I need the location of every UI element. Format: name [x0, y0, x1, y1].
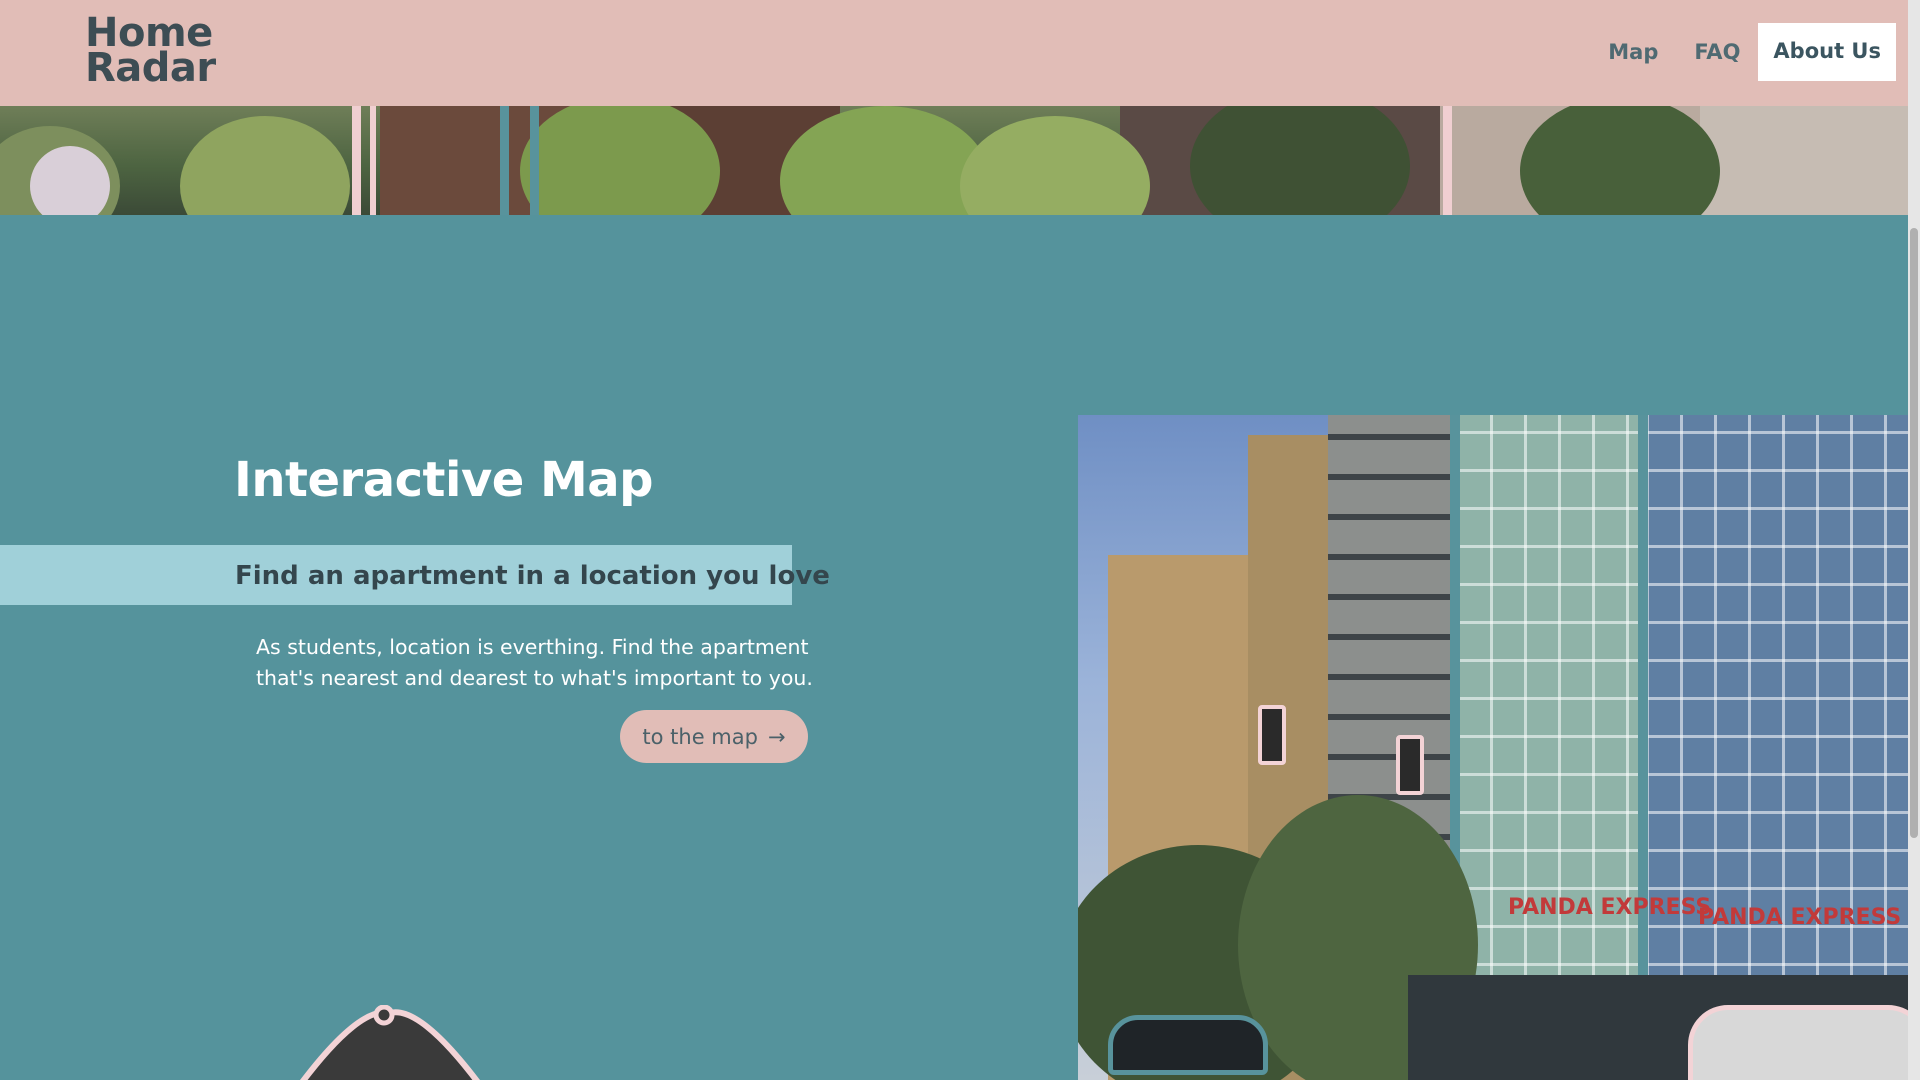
- arrow-right-icon: →: [767, 724, 786, 749]
- nav-map-link[interactable]: Map: [1590, 23, 1676, 81]
- car: [1108, 1015, 1268, 1075]
- apartment-building-photo: PANDA EXPRESS PANDA EXPRESS: [1078, 415, 1908, 1080]
- hero-description: As students, location is everthing. Find…: [256, 635, 813, 690]
- main-nav: Map FAQ About Us: [1590, 23, 1896, 81]
- cta-label: to the map: [642, 724, 758, 749]
- street-trees-photo: [0, 106, 1908, 215]
- site-header: Home Radar Map FAQ About Us: [0, 0, 1908, 106]
- scrollbar[interactable]: [1908, 0, 1920, 1080]
- logo-line-2: Radar: [85, 45, 216, 91]
- traffic-light: [1396, 735, 1424, 795]
- tree: [1190, 106, 1410, 215]
- nav-faq-link[interactable]: FAQ: [1676, 23, 1758, 81]
- hero-title: Interactive Map: [234, 452, 654, 508]
- pink-outline-stroke: [352, 106, 361, 215]
- apartment-facade: [1700, 106, 1908, 215]
- pink-outline-stroke: [1443, 106, 1452, 215]
- storefront-sign: PANDA EXPRESS: [1508, 895, 1712, 920]
- to-the-map-button[interactable]: to the map →: [620, 710, 808, 763]
- subtitle-band: Find an apartment in a location you love: [0, 545, 830, 605]
- logo[interactable]: Home Radar: [85, 13, 216, 91]
- hero-subtitle: Find an apartment in a location you love: [235, 561, 830, 591]
- tree: [520, 106, 720, 215]
- storefront-sign: PANDA EXPRESS: [1698, 905, 1902, 930]
- teal-outline-stroke: [530, 106, 539, 215]
- car: [1688, 1005, 1908, 1080]
- scrollbar-thumb[interactable]: [1910, 228, 1918, 838]
- tree: [1520, 106, 1720, 215]
- traffic-light: [1258, 705, 1286, 765]
- pink-outline-stroke: [370, 106, 376, 215]
- teal-outline-stroke: [500, 106, 509, 215]
- dome-photo: [300, 1005, 480, 1080]
- nav-about-us-link[interactable]: About Us: [1758, 23, 1896, 81]
- tree: [180, 116, 350, 215]
